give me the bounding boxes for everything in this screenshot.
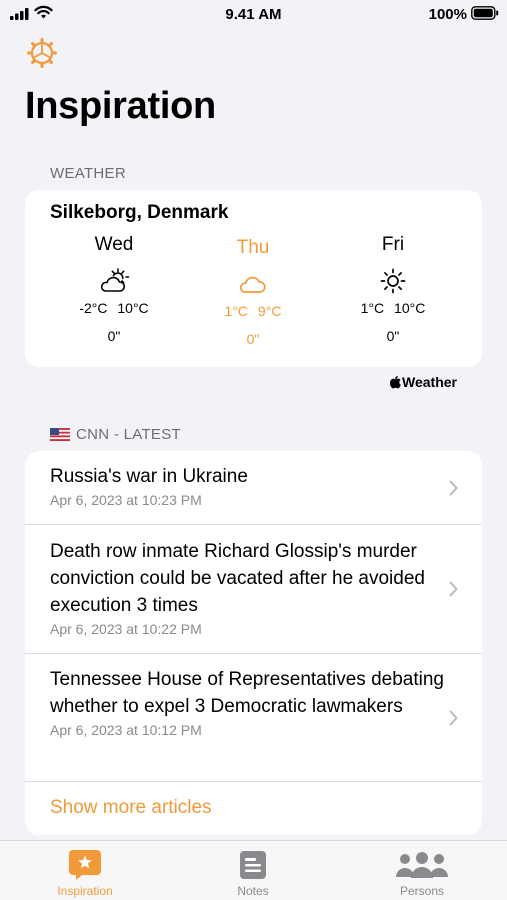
- weather-day-wed: Wed -2°C 10°C 0": [54, 234, 174, 344]
- news-section-header: CNN - LATEST: [50, 426, 181, 443]
- tab-notes[interactable]: Notes: [198, 849, 308, 898]
- weather-card[interactable]: Silkeborg, Denmark Wed -2°C 10°C 0" Thu: [25, 190, 482, 367]
- chevron-right-icon: [449, 710, 458, 726]
- inspiration-star-bubble-icon: [69, 850, 101, 880]
- weather-day-thu: Thu 1°C 9°C 0": [193, 237, 313, 347]
- day-precipitation: 0": [246, 331, 260, 347]
- battery-percentage: 100%: [428, 6, 467, 23]
- battery-icon: [471, 6, 499, 20]
- day-temperatures: -2°C 10°C: [79, 300, 149, 316]
- tab-label: Notes: [237, 884, 269, 898]
- show-more-articles-link[interactable]: Show more articles: [50, 797, 212, 819]
- article-title: Russia's war in Ukraine: [50, 466, 248, 487]
- weather-day-fri: Fri 1°C 10°C 0": [333, 234, 453, 344]
- sun-icon: [380, 268, 406, 294]
- article-date: Apr 6, 2023 at 10:23 PM: [50, 492, 202, 508]
- day-precipitation: 0": [386, 328, 400, 344]
- cloud-icon: [239, 276, 266, 293]
- day-temperatures: 1°C 10°C: [360, 300, 426, 316]
- tab-inspiration[interactable]: Inspiration: [30, 849, 140, 898]
- news-article-row[interactable]: Russia's war in Ukraine Apr 6, 2023 at 1…: [25, 451, 482, 525]
- chevron-right-icon: [449, 480, 458, 496]
- article-date: Apr 6, 2023 at 10:22 PM: [50, 621, 202, 637]
- tab-label: Inspiration: [57, 884, 113, 898]
- apple-logo-icon: [390, 375, 401, 388]
- weather-attribution-label: Weather: [402, 374, 457, 390]
- weather-attribution[interactable]: Weather: [390, 374, 457, 390]
- tab-bar: Inspiration Notes Persons: [0, 840, 507, 900]
- notes-icon: [240, 851, 266, 879]
- day-precipitation: 0": [107, 328, 121, 344]
- day-temperatures: 1°C 9°C: [224, 303, 282, 319]
- article-title: Tennessee House of Representatives debat…: [50, 669, 444, 717]
- page-title: Inspiration: [25, 85, 216, 127]
- news-card: Russia's war in Ukraine Apr 6, 2023 at 1…: [25, 451, 482, 835]
- article-date: Apr 6, 2023 at 10:12 PM: [50, 722, 202, 738]
- news-section-label: CNN - LATEST: [76, 426, 181, 443]
- tab-label: Persons: [399, 884, 445, 898]
- settings-gear-icon[interactable]: [26, 37, 58, 69]
- us-flag-icon: [50, 428, 70, 441]
- weather-section-label: WEATHER: [50, 165, 126, 182]
- day-name: Fri: [381, 234, 405, 255]
- news-article-row[interactable]: Death row inmate Richard Glossip's murde…: [25, 525, 482, 654]
- day-name: Wed: [94, 234, 134, 255]
- partly-sunny-icon: [100, 268, 130, 292]
- tab-persons[interactable]: Persons: [367, 849, 477, 898]
- news-article-row[interactable]: Tennessee House of Representatives debat…: [25, 654, 482, 782]
- weather-location: Silkeborg, Denmark: [50, 202, 229, 223]
- day-name: Thu: [236, 237, 270, 258]
- chevron-right-icon: [449, 581, 458, 597]
- article-title: Death row inmate Richard Glossip's murde…: [50, 541, 425, 616]
- persons-icon: [396, 852, 448, 878]
- status-bar: 9.41 AM 100%: [0, 0, 507, 28]
